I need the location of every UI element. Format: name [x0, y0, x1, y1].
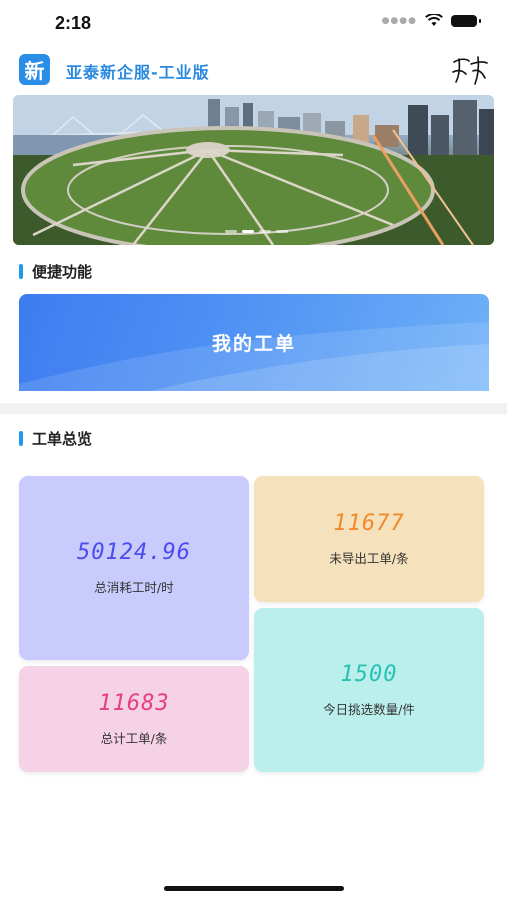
stat-label: 今日挑选数量/件	[323, 702, 415, 717]
home-indicator[interactable]	[164, 886, 344, 891]
battery-icon	[451, 14, 481, 27]
section-divider	[0, 403, 507, 414]
wifi-icon	[425, 14, 443, 26]
stat-card-unexported-orders[interactable]: 11677 未导出工单/条	[254, 476, 484, 602]
carousel-dot[interactable]	[276, 230, 288, 233]
overview-title: 工单总览	[32, 430, 93, 448]
banner-image	[13, 95, 494, 245]
status-icons: ●●●●	[381, 14, 481, 27]
status-time: 2:18	[55, 13, 92, 33]
carousel-dot-active[interactable]	[242, 230, 254, 233]
banner-carousel[interactable]	[13, 95, 494, 245]
quick-functions-title: 便捷功能	[32, 263, 93, 281]
my-orders-label: 我的工单	[211, 333, 296, 355]
stat-label: 未导出工单/条	[329, 551, 409, 566]
carousel-dot[interactable]	[259, 230, 271, 233]
section-accent-bar	[19, 431, 23, 446]
app-header: 新 亚泰新企服-工业版	[0, 50, 507, 90]
app-logo: 新	[19, 54, 50, 85]
stat-value: 11677	[333, 511, 405, 536]
stat-value: 11683	[98, 691, 170, 716]
my-orders-button[interactable]: 我的工单	[19, 294, 489, 391]
stat-value: 1500	[340, 662, 398, 687]
stat-value: 50124.96	[77, 540, 191, 565]
stat-label: 总计工单/条	[100, 731, 168, 746]
stat-card-today-picked[interactable]: 1500 今日挑选数量/件	[254, 608, 484, 772]
carousel-dot[interactable]	[225, 230, 237, 233]
stat-card-total-hours[interactable]: 50124.96 总消耗工时/时	[19, 476, 249, 660]
app-title: 亚泰新企服-工业版	[66, 63, 210, 82]
overview-heading: 工单总览	[19, 428, 92, 449]
carousel-indicator	[225, 230, 288, 233]
signature-icon[interactable]	[451, 54, 489, 86]
status-bar: 2:18 ●●●●	[0, 0, 507, 44]
stat-label: 总消耗工时/时	[94, 580, 174, 595]
signal-icon: ●●●●	[381, 15, 417, 26]
stat-card-total-orders[interactable]: 11683 总计工单/条	[19, 666, 249, 772]
quick-functions-heading: 便捷功能	[19, 261, 92, 282]
section-accent-bar	[19, 264, 23, 279]
